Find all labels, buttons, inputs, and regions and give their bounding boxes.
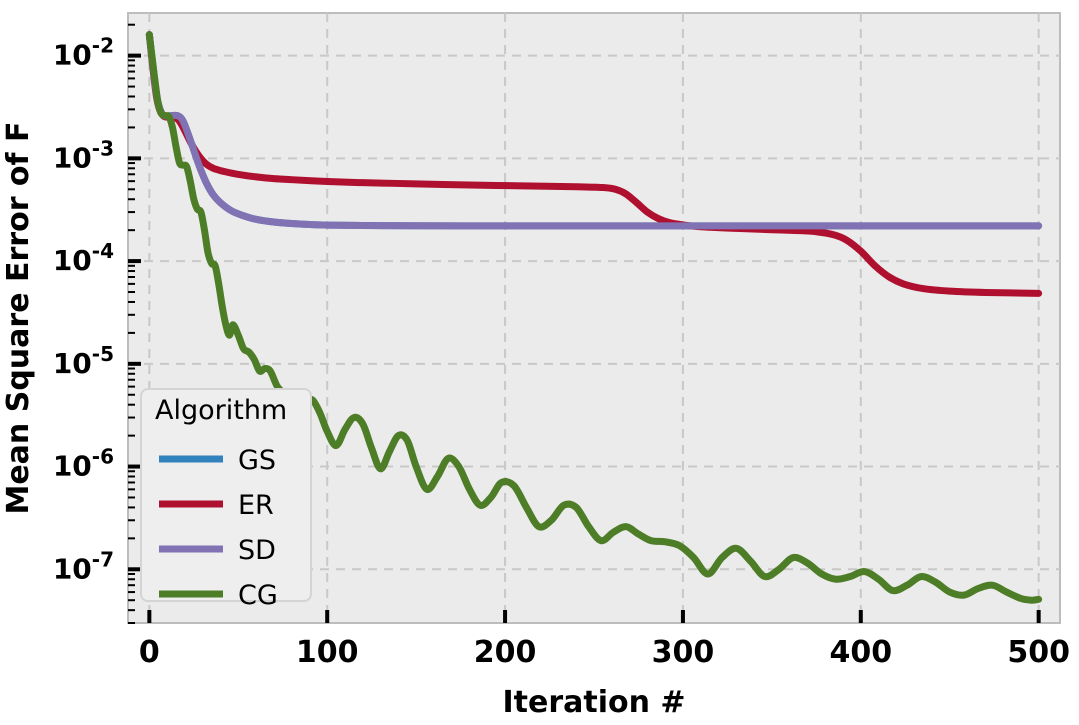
x-axis-tick-labels: 0 100 200 300 400 500 — [139, 635, 1070, 670]
y-tick-label: 10-2 — [53, 34, 114, 72]
legend-label-cg: CG — [238, 580, 278, 611]
convergence-line-chart: 0 100 200 300 400 500 10-210-310-410-510-610-… — [1, 12, 1070, 720]
y-tick-label: 10-4 — [53, 239, 114, 277]
legend-label-gs: GS — [238, 445, 276, 476]
legend-label-er: ER — [238, 490, 274, 521]
x-axis-title: Iteration # — [502, 685, 685, 720]
x-tick-label: 500 — [1007, 635, 1070, 670]
y-tick-label: 10-5 — [53, 342, 114, 380]
x-tick-label: 100 — [296, 635, 359, 670]
x-tick-label: 400 — [829, 635, 892, 670]
x-tick-label: 200 — [474, 635, 537, 670]
y-tick-label: 10-7 — [53, 547, 114, 585]
x-tick-label: 0 — [139, 635, 160, 670]
y-tick-label: 10-6 — [53, 445, 114, 483]
y-tick-label: 10-3 — [53, 136, 114, 174]
chart-figure: 0 100 200 300 400 500 10-2 10-3 10-4 10-5 10-6 10-… — [0, 0, 1079, 725]
legend: Algorithm GS ER SD CG — [140, 388, 312, 611]
y-axis-title: Mean Square Error of F — [1, 121, 36, 514]
legend-label-sd: SD — [238, 535, 276, 566]
x-tick-label: 300 — [652, 635, 715, 670]
legend-title: Algorithm — [155, 395, 287, 426]
y-axis-tick-labels: 10-2 10-3 10-4 10-5 10-6 10-7 — [53, 34, 114, 586]
